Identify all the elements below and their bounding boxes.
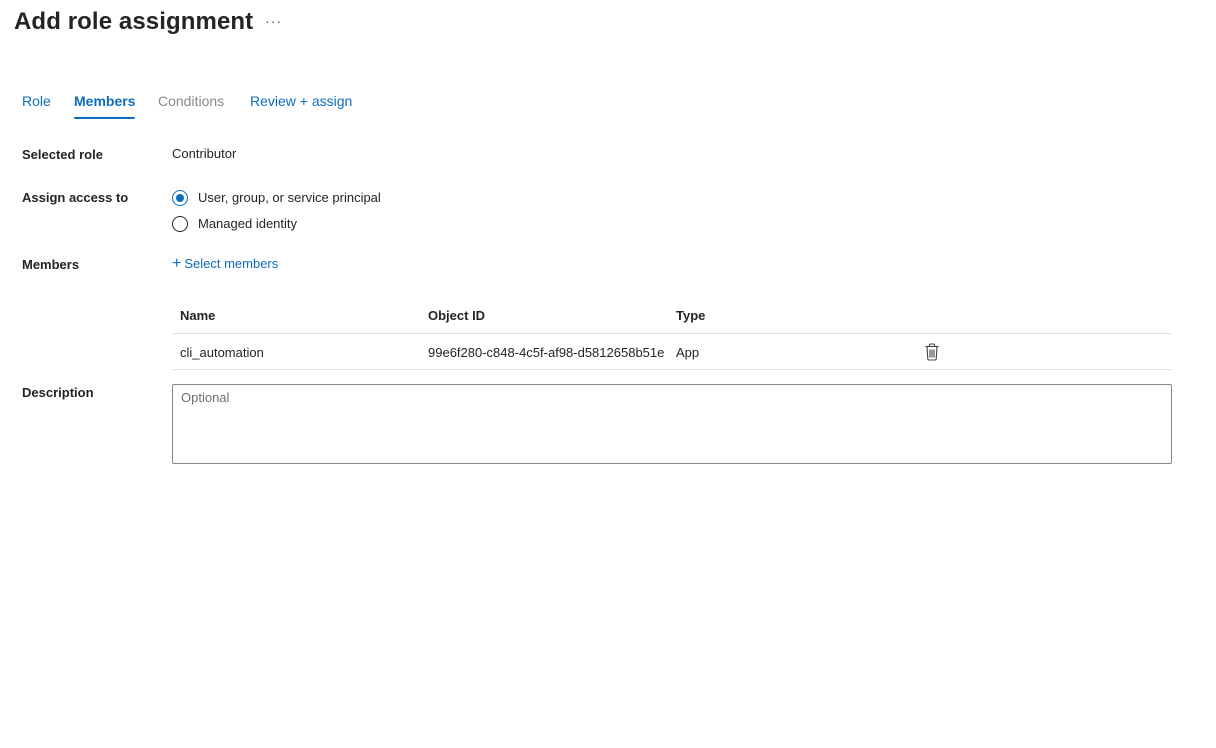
tab-role[interactable]: Role bbox=[22, 90, 51, 116]
members-label: Members bbox=[22, 257, 80, 272]
description-textarea[interactable] bbox=[173, 385, 1171, 463]
radio-label-user-group-sp: User, group, or service principal bbox=[198, 190, 381, 205]
member-type: App bbox=[676, 345, 700, 360]
members-table: Name Object ID Type cli_automation 99e6f… bbox=[172, 300, 1172, 370]
radio-button-unchecked[interactable] bbox=[172, 216, 188, 232]
description-box bbox=[172, 384, 1172, 464]
tab-members-label: Members bbox=[74, 93, 136, 109]
radio-button-checked[interactable] bbox=[172, 190, 188, 206]
column-header-object-id: Object ID bbox=[428, 308, 486, 323]
plus-icon: + bbox=[172, 255, 182, 272]
column-header-name: Name bbox=[180, 308, 216, 323]
radio-label-managed-identity: Managed identity bbox=[198, 216, 298, 231]
tab-members[interactable]: Members bbox=[74, 90, 136, 119]
member-object-id: 99e6f280-c848-4c5f-af98-d5812658b51e bbox=[428, 345, 665, 360]
trash-icon[interactable] bbox=[924, 343, 940, 361]
description-label: Description bbox=[22, 385, 94, 400]
select-members-link[interactable]: + Select members bbox=[172, 255, 278, 273]
tab-conditions: Conditions bbox=[158, 93, 225, 109]
selected-role-value: Contributor bbox=[172, 146, 237, 161]
selected-role-label: Selected role bbox=[22, 147, 103, 162]
select-members-label: Select members bbox=[184, 256, 279, 271]
more-options-button[interactable]: ··· bbox=[262, 11, 285, 31]
table-header: Name Object ID Type bbox=[172, 300, 1172, 334]
active-tab-indicator bbox=[74, 117, 136, 119]
radio-user-group-sp[interactable]: User, group, or service principal bbox=[172, 188, 381, 208]
table-row: cli_automation 99e6f280-c848-4c5f-af98-d… bbox=[172, 334, 1172, 370]
member-name: cli_automation bbox=[180, 345, 264, 360]
tab-review-assign[interactable]: Review + assign bbox=[250, 90, 352, 116]
add-role-assignment-page: Add role assignment ··· Role Members Con… bbox=[0, 0, 1216, 748]
assign-access-label: Assign access to bbox=[22, 190, 129, 205]
radio-managed-identity[interactable]: Managed identity bbox=[172, 214, 297, 234]
column-header-type: Type bbox=[676, 308, 706, 323]
page-title: Add role assignment bbox=[14, 8, 254, 35]
